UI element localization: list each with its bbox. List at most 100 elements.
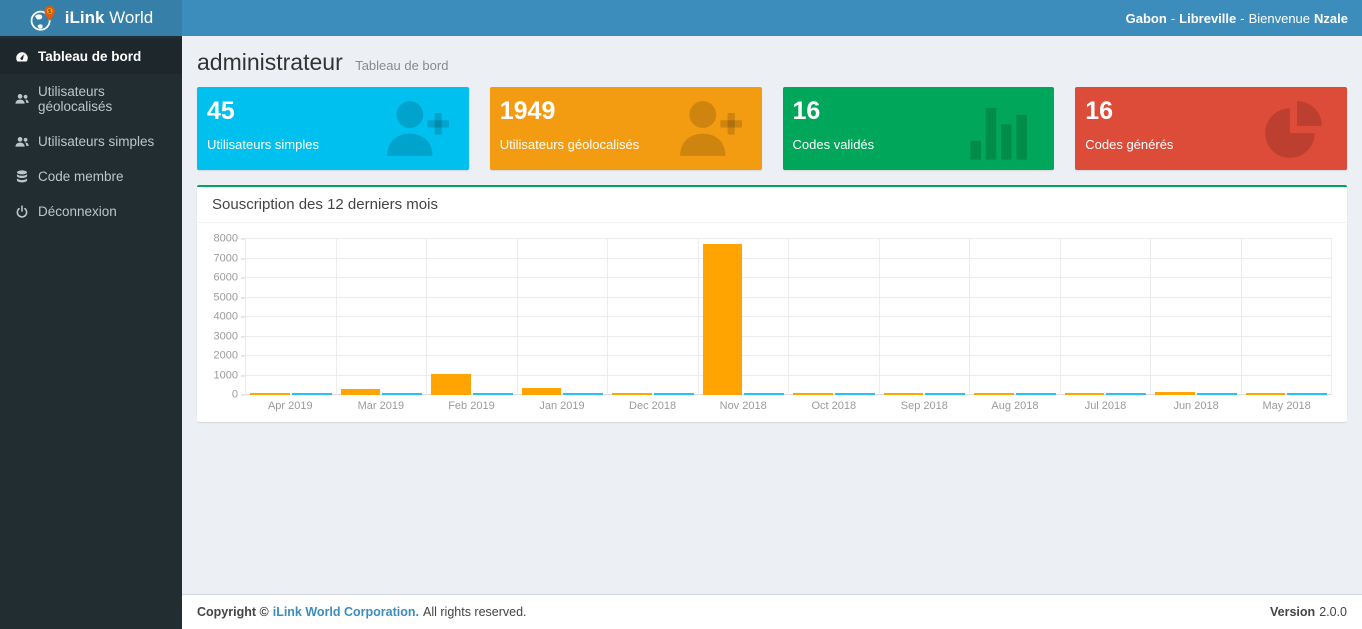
power-icon	[15, 205, 29, 219]
stat-boxes-row: 45 Utilisateurs simples 1949 Utilisateur…	[182, 87, 1362, 170]
sidebar-item-utilisateurs-simples[interactable]: Utilisateurs simples	[0, 124, 182, 159]
bar-souscriptions-bleu	[744, 393, 784, 395]
bar-souscriptions-bleu	[382, 393, 422, 395]
bar-souscriptions-orange	[341, 389, 381, 395]
bar-souscriptions-bleu	[473, 393, 513, 395]
bar-group-mar-2019	[336, 239, 427, 395]
x-axis-tick-label: Nov 2018	[698, 400, 789, 412]
page-subtitle: Tableau de bord	[355, 58, 448, 73]
y-axis-tick-label: 8000	[214, 234, 245, 245]
stat-box-codes-valides: 16 Codes validés	[783, 87, 1055, 170]
bar-souscriptions-bleu	[925, 393, 965, 395]
chart-title: Souscription des 12 derniers mois	[197, 187, 1347, 223]
bar-souscriptions-orange	[793, 393, 833, 395]
brand-name: iLink World	[65, 8, 154, 28]
bar-group-jun-2018	[1150, 239, 1241, 395]
bar-souscriptions-bleu	[1287, 393, 1327, 395]
x-axis-tick-label: Dec 2018	[607, 400, 698, 412]
x-axis-tick-label: Apr 2019	[245, 400, 336, 412]
chart-plot	[245, 239, 1332, 395]
page-title: administrateur	[197, 49, 343, 75]
dashboard-icon	[15, 50, 29, 64]
bar-group-may-2018	[1241, 239, 1333, 395]
bar-group-nov-2018	[698, 239, 789, 395]
bar-souscriptions-bleu	[835, 393, 875, 395]
y-axis-tick-label: 4000	[214, 312, 245, 323]
sidebar-item-tableau-de-bord[interactable]: Tableau de bord	[0, 39, 182, 74]
rights-text: All rights reserved.	[423, 605, 527, 619]
greeting-text: Bienvenue	[1249, 11, 1310, 26]
globe-pin-icon: $	[29, 4, 58, 33]
app-window: $ iLink World Gabon - Libreville - Bienv…	[0, 0, 1362, 629]
company-link[interactable]: iLink World Corporation.	[273, 605, 419, 619]
separator: -	[1240, 11, 1244, 26]
content-wrapper: administrateur Tableau de bord 45 Utilis…	[182, 36, 1362, 594]
sidebar-item-label: Tableau de bord	[38, 49, 141, 64]
stat-box-codes-generes: 16 Codes générés	[1075, 87, 1347, 170]
brand-name-bold: iLink	[65, 8, 105, 27]
bar-group-aug-2018	[969, 239, 1060, 395]
content-header: administrateur Tableau de bord	[182, 36, 1362, 87]
y-axis-tick-label: 7000	[214, 253, 245, 264]
stat-box-utilisateurs-simples: 45 Utilisateurs simples	[197, 87, 469, 170]
bar-group-feb-2019	[426, 239, 517, 395]
bar-souscriptions-bleu	[654, 393, 694, 395]
user-city: Libreville	[1179, 11, 1236, 26]
y-axis-tick-label: 5000	[214, 292, 245, 303]
sidebar-item-deconnexion[interactable]: Déconnexion	[0, 194, 182, 229]
x-axis-tick-label: Mar 2019	[336, 400, 427, 412]
bar-souscriptions-orange	[884, 393, 924, 395]
sidebar-item-label: Utilisateurs simples	[38, 134, 154, 149]
copyright-text: Copyright ©	[197, 605, 269, 619]
bar-group-sep-2018	[879, 239, 970, 395]
top-navbar: Gabon - Libreville - Bienvenue Nzale	[182, 0, 1362, 36]
x-axis-tick-label: Jun 2018	[1151, 400, 1242, 412]
bar-souscriptions-bleu	[563, 393, 603, 395]
bar-souscriptions-orange	[1155, 392, 1195, 395]
sidebar: Tableau de bord Utilisateurs géolocalisé…	[0, 36, 182, 629]
chart-y-axis: 010002000300040005000600070008000	[205, 239, 245, 395]
bar-souscriptions-orange	[250, 393, 290, 395]
user-country: Gabon	[1126, 11, 1167, 26]
sidebar-menu: Tableau de bord Utilisateurs géolocalisé…	[0, 39, 182, 229]
footer-version: Version 2.0.0	[1270, 605, 1347, 619]
bar-souscriptions-orange	[1246, 393, 1286, 395]
brand-logo[interactable]: $ iLink World	[0, 0, 182, 36]
bar-souscriptions-bleu	[1106, 393, 1146, 395]
main-footer: Copyright © iLink World Corporation. All r…	[182, 594, 1362, 629]
bar-chart-icon	[960, 96, 1042, 167]
bar-group-dec-2018	[607, 239, 698, 395]
bar-souscriptions-orange	[522, 388, 562, 395]
bar-souscriptions-orange	[612, 393, 652, 395]
bar-souscriptions-bleu	[1197, 393, 1237, 395]
brand-name-light: World	[109, 8, 153, 27]
pie-chart-icon	[1253, 96, 1335, 167]
x-axis-tick-label: Sep 2018	[879, 400, 970, 412]
user-plus-icon	[668, 96, 750, 167]
stat-box-utilisateurs-geolocalises: 1949 Utilisateurs géolocalisés	[490, 87, 762, 170]
sidebar-item-utilisateurs-geolocalises[interactable]: Utilisateurs géolocalisés	[0, 74, 182, 124]
version-value: 2.0.0	[1319, 605, 1347, 619]
y-axis-tick-label: 0	[232, 390, 245, 401]
y-axis-tick-label: 2000	[214, 351, 245, 362]
bar-souscriptions-orange	[703, 244, 743, 395]
sidebar-item-code-membre[interactable]: Code membre	[0, 159, 182, 194]
bar-souscriptions-orange	[974, 393, 1014, 395]
chart-body: 010002000300040005000600070008000 Apr 20…	[197, 223, 1347, 422]
x-axis-tick-label: Jul 2018	[1060, 400, 1151, 412]
x-axis-tick-label: Jan 2019	[517, 400, 608, 412]
x-axis-tick-label: Feb 2019	[426, 400, 517, 412]
x-axis-tick-label: Oct 2018	[788, 400, 879, 412]
sidebar-item-label: Utilisateurs géolocalisés	[38, 84, 167, 114]
footer-copyright: Copyright © iLink World Corporation. All r…	[197, 605, 527, 619]
sidebar-item-label: Déconnexion	[38, 204, 117, 219]
username: Nzale	[1314, 11, 1348, 26]
x-axis-tick-label: May 2018	[1241, 400, 1332, 412]
bar-group-oct-2018	[788, 239, 879, 395]
y-axis-tick-label: 1000	[214, 370, 245, 381]
sidebar-toggle-button[interactable]	[182, 6, 227, 30]
sidebar-item-label: Code membre	[38, 169, 124, 184]
x-axis-tick-label: Aug 2018	[970, 400, 1061, 412]
version-label: Version	[1270, 605, 1315, 619]
y-axis-tick-label: 6000	[214, 273, 245, 284]
